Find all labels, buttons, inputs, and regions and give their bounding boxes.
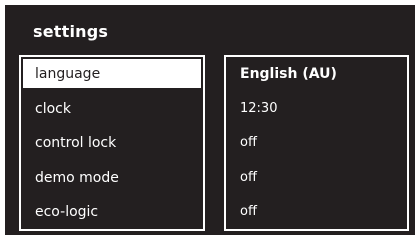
settings-menu: language clock control lock demo mode ec… <box>19 55 205 231</box>
settings-screen: settings language clock control lock dem… <box>5 5 415 235</box>
menu-item-demo-mode[interactable]: demo mode <box>23 163 201 192</box>
value-demo-mode[interactable]: off <box>228 163 405 192</box>
value-clock[interactable]: 12:30 <box>228 94 405 123</box>
menu-item-clock[interactable]: clock <box>23 94 201 123</box>
value-eco-logic[interactable]: off <box>228 197 405 226</box>
settings-values: English (AU) 12:30 off off off <box>224 55 409 231</box>
menu-item-eco-logic[interactable]: eco-logic <box>23 197 201 226</box>
value-control-lock[interactable]: off <box>228 128 405 157</box>
value-language[interactable]: English (AU) <box>228 59 405 88</box>
menu-item-control-lock[interactable]: control lock <box>23 128 201 157</box>
menu-item-language[interactable]: language <box>23 59 201 88</box>
page-title: settings <box>33 22 109 41</box>
